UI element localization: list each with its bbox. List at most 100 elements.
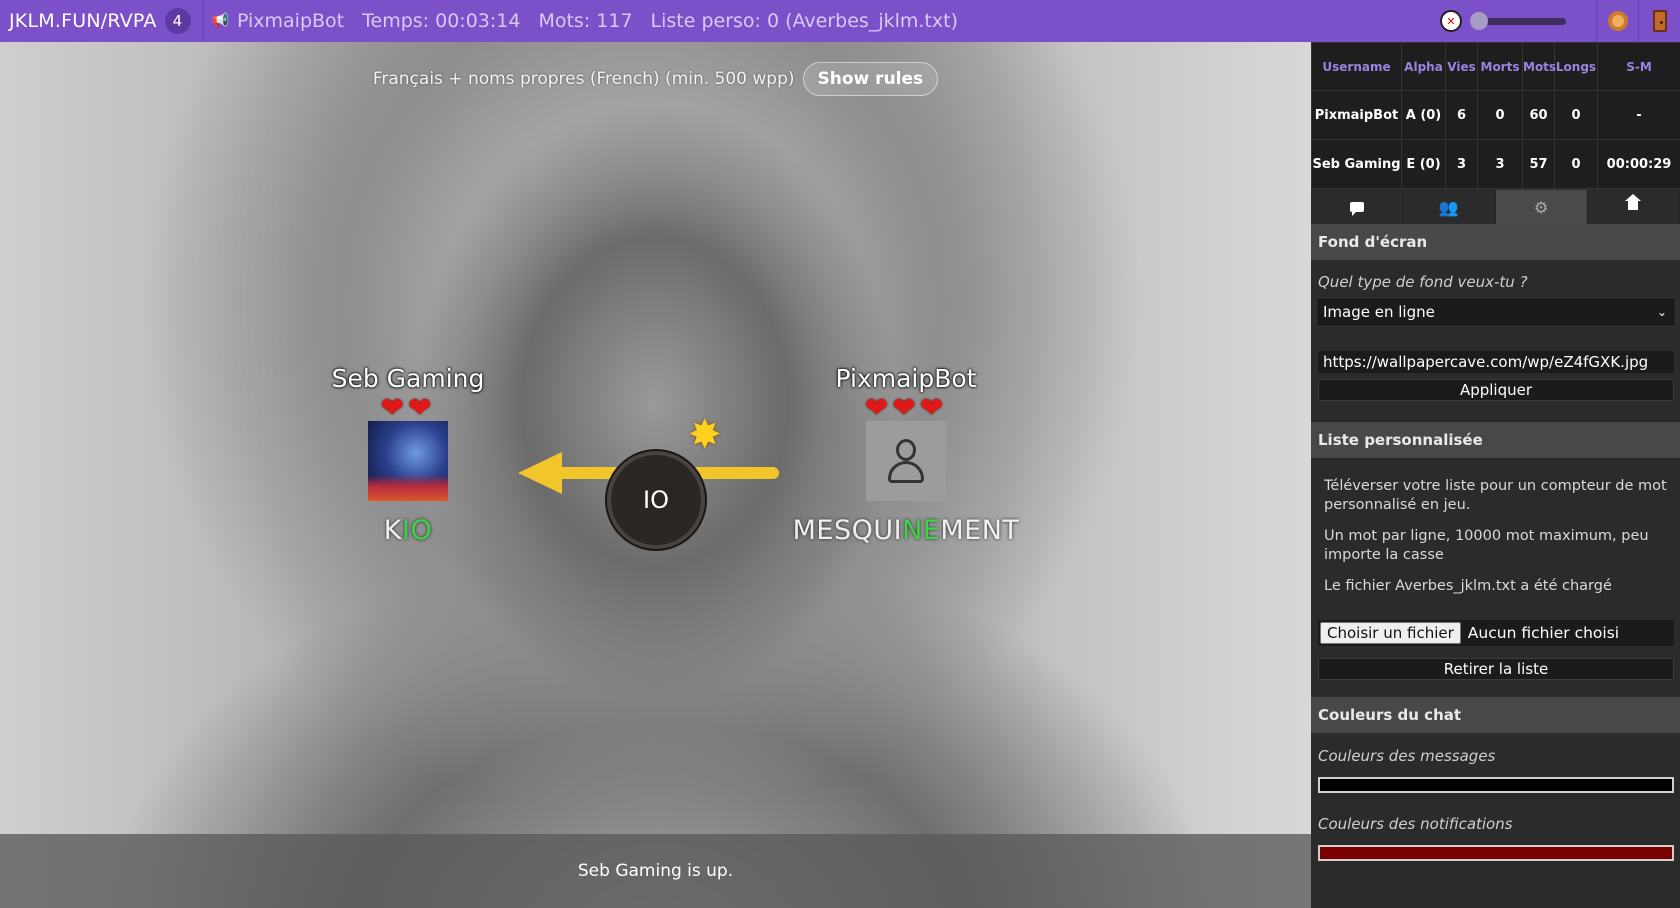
- rules-text: Français + noms propres (French) (min. 5…: [372, 69, 795, 89]
- syllable: IO: [643, 486, 669, 514]
- megaphone-icon: 📢: [211, 13, 229, 29]
- file-input[interactable]: Choisir un fichier Aucun fichier choisi: [1318, 620, 1674, 646]
- bomb: IO: [607, 451, 705, 549]
- custom-list-section: Téléverser votre liste pour un compteur …: [1311, 477, 1680, 680]
- room-code[interactable]: JKLM.FUN/RVPA 4: [0, 0, 199, 42]
- chat-colors-section: Couleurs des messages Couleurs des notif…: [1311, 733, 1680, 861]
- background-type-select[interactable]: Image en ligne ⌄: [1318, 299, 1674, 325]
- background-type-value: Image en ligne: [1323, 303, 1435, 321]
- word-highlight: IO: [402, 515, 433, 546]
- donut-icon: [1607, 11, 1628, 31]
- remove-list-button[interactable]: Retirer la liste: [1318, 658, 1674, 680]
- choose-file-button[interactable]: Choisir un fichier: [1320, 622, 1461, 644]
- door-icon: [1652, 10, 1667, 32]
- cell: 6: [1445, 90, 1478, 140]
- top-bar: JKLM.FUN/RVPA 4 📢 PixmaipBot Temps: 00:0…: [0, 0, 1680, 42]
- col-lives[interactable]: Vies: [1445, 42, 1478, 91]
- mute-icon[interactable]: ✕: [1440, 10, 1462, 32]
- apply-button[interactable]: Appliquer: [1318, 379, 1674, 401]
- word-highlight: NE: [902, 515, 941, 546]
- cell: -: [1597, 90, 1680, 140]
- custom-list-rules: Un mot par ligne, 10000 mot maximum, peu…: [1324, 528, 1649, 563]
- custom-list-loaded-message: Le fichier Averbes_jklm.txt a été chargé: [1324, 578, 1612, 594]
- gear-icon: ⚙: [1533, 197, 1549, 217]
- chat-colors-section-title: Couleurs du chat: [1311, 697, 1680, 733]
- side-tabs: 👥 ⚙: [1311, 190, 1680, 224]
- tab-chat[interactable]: [1311, 190, 1404, 224]
- custom-list-section-title: Liste personnalisée: [1311, 422, 1680, 458]
- cell: 0: [1554, 139, 1598, 189]
- volume-knob[interactable]: [1469, 11, 1488, 30]
- show-rules-button[interactable]: Show rules: [802, 62, 939, 96]
- player-name: PixmaipBot: [835, 364, 977, 393]
- cell: 60: [1522, 90, 1555, 140]
- rules-bar: Français + noms propres (French) (min. 5…: [0, 62, 1311, 96]
- table-row: Seb Gaming E (0) 3 3 57 0 00:00:29: [1311, 139, 1680, 189]
- fuse-spark-icon: ✸: [688, 412, 722, 458]
- elapsed-time: Temps: 00:03:14: [362, 10, 521, 32]
- cell: 3: [1445, 139, 1478, 189]
- message-color-picker[interactable]: [1318, 777, 1674, 793]
- player-name: Seb Gaming: [331, 364, 485, 393]
- notification-color-picker[interactable]: [1318, 845, 1674, 861]
- col-sm[interactable]: S-M: [1597, 42, 1680, 91]
- col-username[interactable]: Username: [1311, 42, 1402, 91]
- player-seb-gaming: Seb Gaming ❤❤ KIO: [318, 364, 498, 546]
- chat-icon: [1349, 202, 1364, 216]
- col-deaths[interactable]: Morts: [1477, 42, 1523, 91]
- chevron-down-icon: ⌄: [1656, 305, 1667, 319]
- tab-players[interactable]: 👥: [1403, 190, 1496, 224]
- avatar: [368, 421, 448, 501]
- background-section-title: Fond d'écran: [1311, 224, 1680, 260]
- room-label[interactable]: JKLM.FUN/RVPA: [9, 10, 157, 32]
- notification-colors-label: Couleurs des notifications: [1318, 815, 1513, 833]
- cell: 3: [1477, 139, 1523, 189]
- cell: PixmaipBot: [1311, 90, 1402, 140]
- cell: 57: [1522, 139, 1555, 189]
- table-row: PixmaipBot A (0) 6 0 60 0 -: [1311, 90, 1680, 140]
- custom-list-description: Téléverser votre liste pour un compteur …: [1324, 478, 1667, 513]
- tab-home[interactable]: [1587, 190, 1680, 224]
- player-current-word: MESQUINEMENT: [776, 515, 1036, 546]
- player-current-word: KIO: [318, 515, 498, 546]
- col-words[interactable]: Mots: [1522, 42, 1556, 91]
- cell: E (0): [1401, 139, 1446, 189]
- scoreboard: Username Alpha Vies Morts Mots Longs S-M…: [1311, 42, 1680, 189]
- background-type-label: Quel type de fond veux-tu ?: [1318, 273, 1528, 291]
- status-bar: Seb Gaming is up.: [0, 834, 1311, 908]
- heart-icon: ❤❤: [380, 391, 436, 424]
- word-suffix: MENT: [940, 515, 1020, 546]
- cell: A (0): [1401, 90, 1446, 140]
- cell: Seb Gaming: [1311, 139, 1402, 189]
- col-long[interactable]: Longs: [1554, 42, 1598, 91]
- game-area: Français + noms propres (French) (min. 5…: [0, 42, 1311, 908]
- bot-name: PixmaipBot: [236, 10, 345, 32]
- top-right-controls: ✕: [1440, 0, 1680, 42]
- background-url-input[interactable]: https://wallpapercave.com/wp/eZ4fGXK.jpg: [1318, 351, 1674, 373]
- divider: [202, 0, 204, 42]
- word-prefix: K: [383, 515, 402, 546]
- bot-name-item: 📢 PixmaipBot: [212, 10, 345, 32]
- cell: 00:00:29: [1597, 139, 1680, 189]
- player-count-badge: 4: [164, 8, 191, 34]
- player-pixmaipbot: PixmaipBot ❤❤❤ MESQUINEMENT: [776, 364, 1036, 546]
- no-file-label: Aucun fichier choisi: [1467, 624, 1620, 642]
- avatar: [866, 421, 946, 501]
- tab-settings[interactable]: ⚙: [1495, 190, 1588, 224]
- donate-button[interactable]: [1596, 0, 1638, 42]
- col-alpha[interactable]: Alpha: [1401, 42, 1446, 91]
- volume-slider[interactable]: [1469, 11, 1566, 30]
- home-icon: [1625, 194, 1642, 213]
- side-panel: Username Alpha Vies Morts Mots Longs S-M…: [1311, 42, 1680, 908]
- message-colors-label: Couleurs des messages: [1318, 747, 1496, 765]
- cell: 0: [1554, 90, 1598, 140]
- people-icon: 👥: [1438, 197, 1459, 217]
- custom-list-count: Liste perso: 0 (Averbes_jklm.txt): [650, 10, 958, 32]
- leave-button[interactable]: [1638, 0, 1680, 42]
- cell: 0: [1477, 90, 1523, 140]
- scoreboard-header: Username Alpha Vies Morts Mots Longs S-M: [1311, 42, 1680, 91]
- word-prefix: MESQUI: [792, 515, 903, 546]
- background-section: Quel type de fond veux-tu ? Image en lig…: [1311, 260, 1680, 401]
- heart-icon: ❤❤❤: [864, 391, 948, 424]
- status-text: Seb Gaming is up.: [577, 861, 734, 881]
